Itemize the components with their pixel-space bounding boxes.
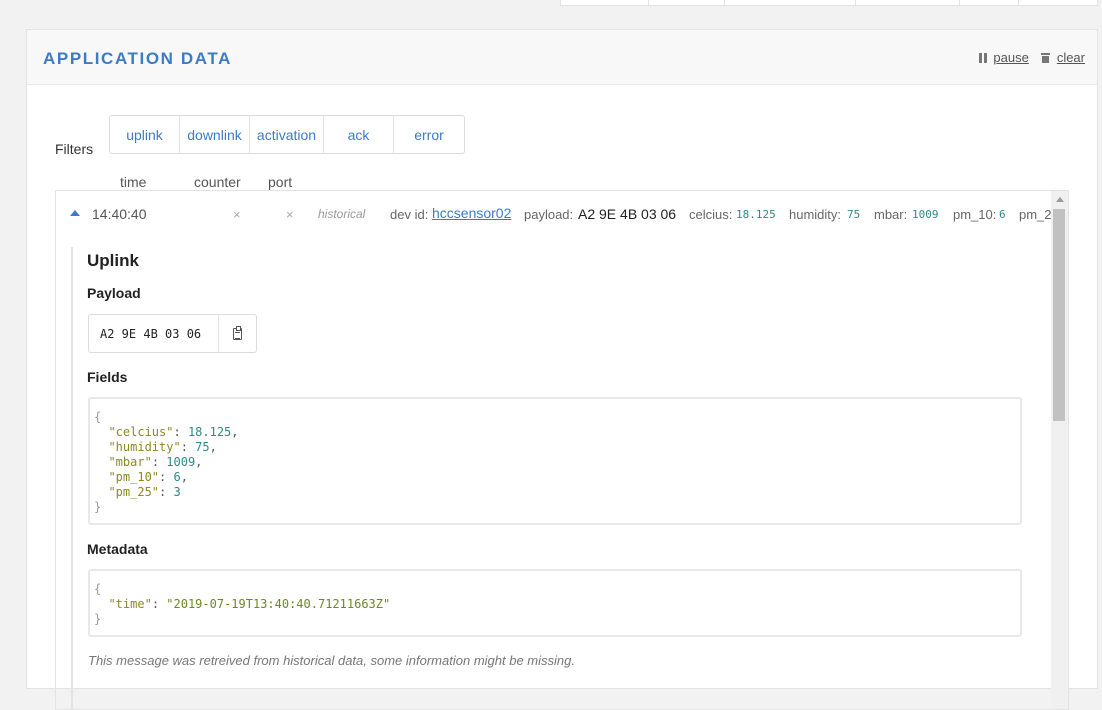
json-key: "pm_10" [108,470,160,484]
payload-label: payload: [524,207,574,222]
panel-title: APPLICATION DATA [43,49,232,68]
json-value: 1009 [166,455,196,469]
clear-button[interactable]: clear [1040,50,1085,65]
fields-heading: Fields [87,369,128,385]
collapse-caret-icon[interactable] [70,210,80,216]
field-label-humidity: humidity: [789,207,842,222]
filter-ack[interactable]: ack [324,116,394,153]
filter-downlink[interactable]: downlink [180,116,250,153]
message-port: × [286,207,294,222]
column-header-time: time [120,174,147,190]
field-value-mbar: 1009 [912,208,939,221]
column-header-port: port [268,174,293,190]
trash-icon [1040,52,1050,63]
historical-note: This message was retreived from historic… [88,653,575,668]
application-data-panel: APPLICATION DATA pause clear Filters upl… [26,29,1098,710]
top-tab-strip [560,0,1098,6]
payload-heading: Payload [87,285,141,301]
clear-label: clear [1056,50,1085,65]
field-label-pm-25: pm_2 [1019,207,1052,222]
detail-title: Uplink [87,251,139,270]
payload-value: A2 9E 4B 03 06 [578,206,677,222]
clipboard-icon [233,325,242,340]
field-label-celcius: celcius: [689,207,733,222]
field-value-pm-10: 6 [999,208,1006,221]
message-list: 14:40:40 × × historical dev id: hccsenso… [55,190,1069,710]
uplink-detail: Uplink Payload A2 9E 4B 03 06 Fields { "… [71,247,1051,709]
message-counter: × [233,207,241,222]
scroll-up-arrow-icon[interactable] [1056,197,1064,202]
pause-button[interactable]: pause [979,50,1029,65]
message-source-tag: historical [318,207,366,221]
json-key: "time" [108,597,152,611]
pause-label: pause [993,50,1029,65]
field-value-celcius: 18.125 [736,208,776,221]
message-list-scrollbar[interactable] [1051,191,1068,709]
dev-id-link[interactable]: hccsensor02 [432,205,511,221]
filter-group: uplink downlink activation ack error [109,115,465,154]
filter-activation[interactable]: activation [250,116,324,153]
json-value: "2019-07-19T13:40:40.71211663Z" [166,597,391,611]
filters-label: Filters [55,141,94,157]
filter-uplink[interactable]: uplink [110,116,180,153]
payload-box-value: A2 9E 4B 03 06 [89,315,219,352]
json-key: "celcius" [108,425,174,439]
column-header-counter: counter [194,174,241,190]
json-key: "humidity" [108,440,181,454]
metadata-heading: Metadata [87,541,148,557]
copy-payload-button[interactable] [219,315,256,352]
json-value: 18.125 [187,425,232,439]
scroll-thumb[interactable] [1053,209,1065,421]
json-key: "mbar" [108,455,152,469]
pause-icon [979,52,988,63]
fields-json: { "celcius": 18.125, "humidity": 75, "mb… [88,397,1022,525]
panel-header: APPLICATION DATA pause clear [27,30,1097,85]
json-value: 6 [173,470,181,484]
field-label-mbar: mbar: [874,207,908,222]
message-time: 14:40:40 [92,206,147,222]
json-value: 3 [173,485,181,499]
field-label-pm-10: pm_10: [953,207,997,222]
metadata-json: { "time": "2019-07-19T13:40:40.71211663Z… [88,569,1022,637]
json-key: "pm_25" [108,485,160,499]
field-value-humidity: 75 [847,208,861,221]
payload-box: A2 9E 4B 03 06 [88,314,257,353]
dev-id-label: dev id: [390,207,429,222]
message-row[interactable]: 14:40:40 × × historical dev id: hccsenso… [56,191,1052,236]
header-actions: pause clear [979,50,1085,65]
filter-error[interactable]: error [394,116,464,153]
json-value: 75 [195,440,210,454]
